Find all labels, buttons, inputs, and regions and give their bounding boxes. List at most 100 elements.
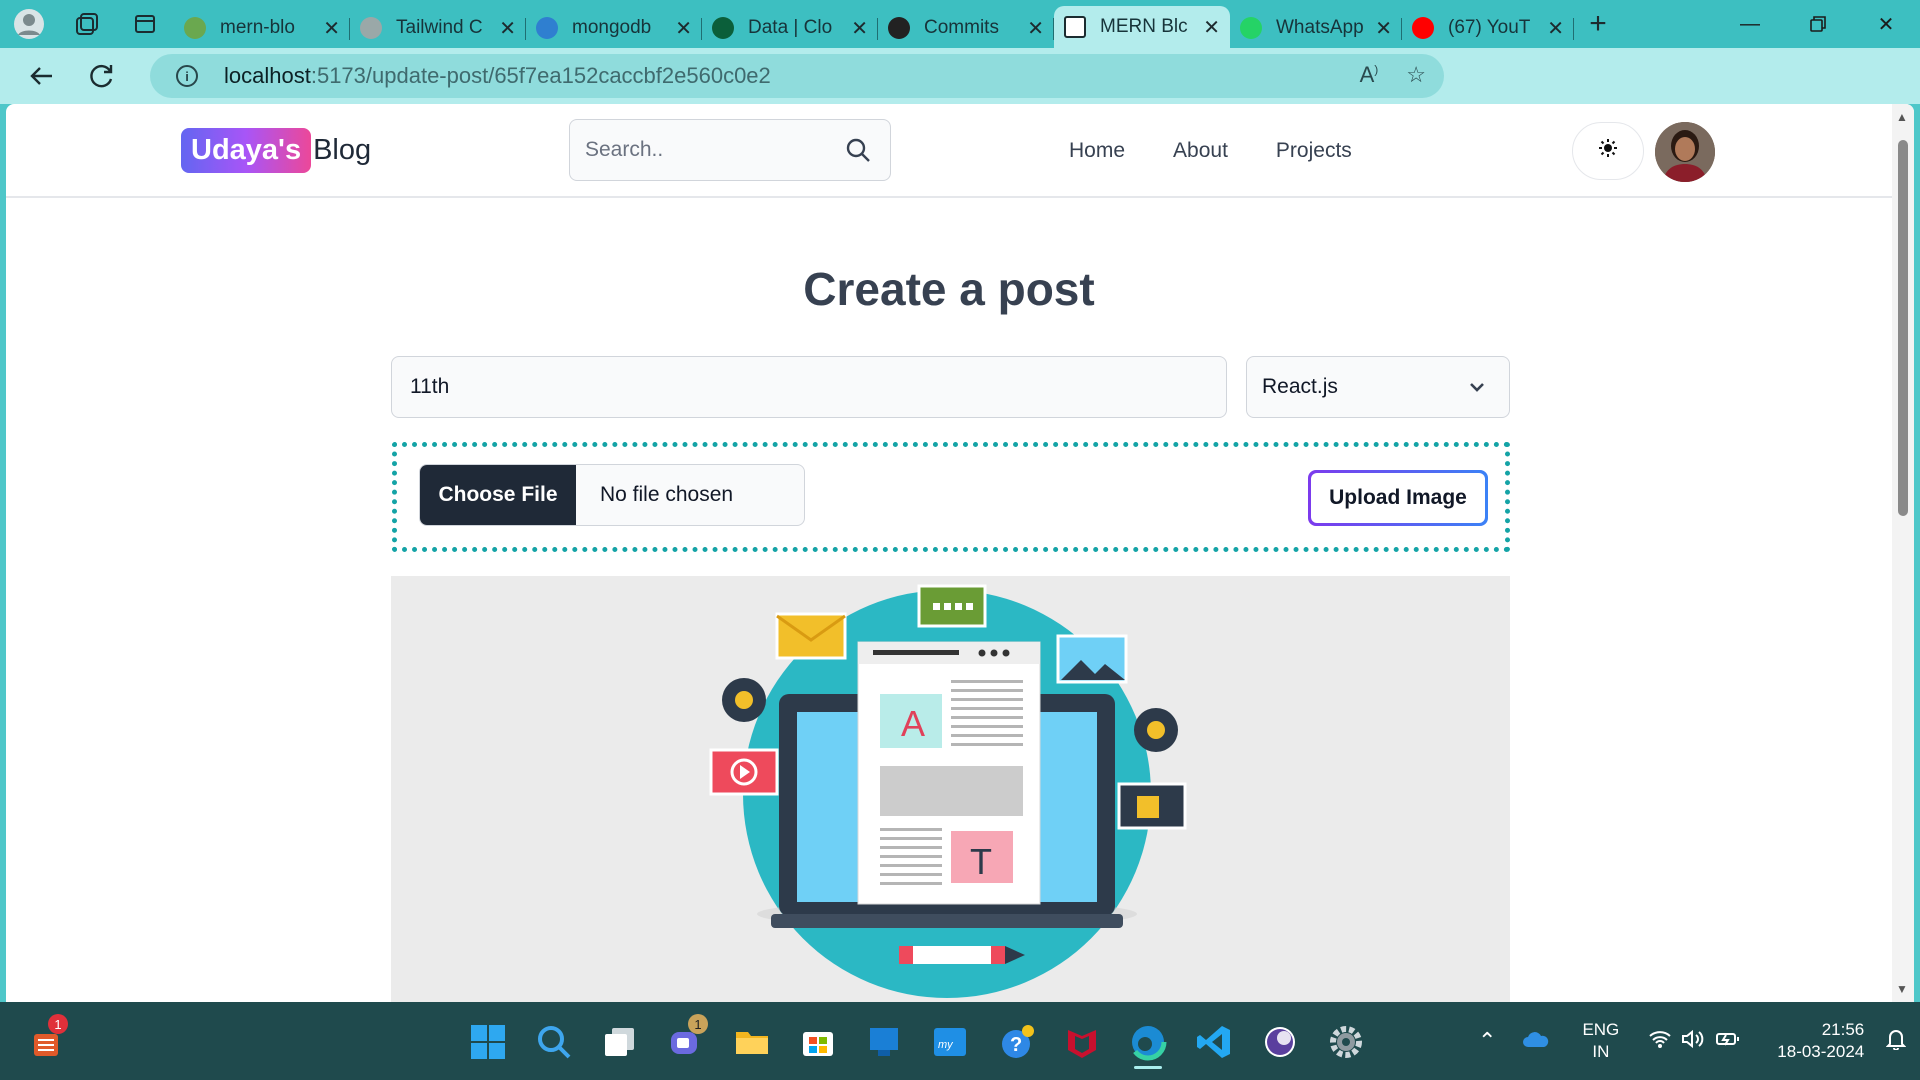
tab-close-icon[interactable]: ✕ [499, 16, 516, 41]
main-nav: Home About Projects [1069, 104, 1352, 198]
get-help-icon[interactable]: ? [996, 1022, 1036, 1062]
windows-taskbar: 1 1 my ? ⌃ ENG IN 21:56 18-03-2024 [0, 1002, 1920, 1080]
language-indicator[interactable]: ENG IN [1582, 1019, 1619, 1063]
notification-badge: 1 [48, 1014, 68, 1034]
scrollbar-thumb[interactable] [1898, 140, 1908, 516]
tab-close-icon[interactable]: ✕ [675, 16, 692, 41]
tab-title: Data | Clo [748, 17, 833, 38]
tab-favicon-icon [1412, 17, 1434, 39]
category-select[interactable]: React.js [1246, 356, 1510, 418]
page-scrollbar[interactable]: ▲ ▼ [1892, 104, 1914, 1002]
settings-gear-icon[interactable] [1326, 1022, 1366, 1062]
browser-tab[interactable]: Commits ✕ [878, 8, 1054, 48]
browser-tab[interactable]: mern-blo ✕ [174, 8, 350, 48]
read-aloud-icon[interactable]: A) [1360, 62, 1379, 88]
clock-time: 21:56 [1821, 1020, 1865, 1039]
favorite-star-icon[interactable]: ☆ [1406, 62, 1426, 88]
widgets-app-icon[interactable]: 1 [28, 1014, 68, 1062]
restore-button[interactable] [1784, 0, 1852, 48]
post-image-preview: A T [391, 576, 1510, 1002]
sun-icon [1599, 139, 1617, 163]
notifications-bell-icon[interactable] [1885, 1028, 1907, 1055]
scroll-down-icon[interactable]: ▼ [1896, 982, 1908, 996]
search-icon[interactable] [844, 136, 872, 169]
teams-chat-icon[interactable]: 1 [666, 1014, 708, 1062]
refresh-button[interactable] [72, 48, 132, 104]
category-selected-value: React.js [1262, 375, 1338, 398]
url-text[interactable]: localhost:5173/update-post/65f7ea152cacc… [224, 63, 771, 89]
user-avatar[interactable] [1655, 122, 1715, 182]
tab-favicon-icon [184, 17, 206, 39]
address-bar-row: i localhost:5173/update-post/65f7ea152ca… [0, 48, 1920, 138]
site-info-icon[interactable]: i [176, 65, 198, 87]
edge-taskbar-icon[interactable] [1128, 1022, 1168, 1069]
profile-icon[interactable] [0, 0, 58, 48]
post-title-input[interactable] [391, 356, 1227, 418]
mcafee-icon[interactable] [1062, 1022, 1102, 1062]
search-taskbar-icon[interactable] [534, 1022, 574, 1062]
back-button[interactable] [12, 48, 72, 104]
site-header: Udaya's Blog Home About Projects [6, 104, 1892, 198]
file-status-text: No file chosen [600, 483, 734, 506]
tab-title: Tailwind C [396, 17, 483, 38]
task-view-icon[interactable] [600, 1022, 640, 1062]
tab-close-icon[interactable]: ✕ [1547, 16, 1564, 41]
start-icon[interactable] [468, 1022, 508, 1062]
tab-title: mongodb [572, 17, 652, 38]
tab-close-icon[interactable]: ✕ [1203, 15, 1220, 40]
remote-desktop-icon[interactable] [864, 1022, 904, 1062]
show-hidden-icons-icon[interactable]: ⌃ [1478, 1028, 1496, 1054]
browser-tab[interactable]: MERN Blc ✕ [1054, 6, 1230, 48]
clock[interactable]: 21:56 18-03-2024 [1777, 1019, 1864, 1063]
choose-file-button[interactable]: Choose File [420, 465, 576, 525]
tab-favicon-icon [1064, 16, 1086, 38]
nav-home[interactable]: Home [1069, 139, 1125, 163]
new-tab-button[interactable]: + [1574, 7, 1622, 41]
tab-favicon-icon [360, 17, 382, 39]
theme-toggle-button[interactable] [1572, 122, 1644, 180]
site-logo[interactable]: Udaya's Blog [181, 124, 371, 176]
tab-close-icon[interactable]: ✕ [851, 16, 868, 41]
browser-tab[interactable]: (67) YouT ✕ [1402, 8, 1574, 48]
tab-close-icon[interactable]: ✕ [1027, 16, 1044, 41]
logo-badge: Udaya's [181, 127, 312, 173]
image-upload-area: Choose File No file chosen Upload Image [392, 442, 1510, 552]
file-input[interactable]: Choose File No file chosen [419, 464, 805, 526]
wifi-icon[interactable] [1649, 1030, 1671, 1053]
tab-title: mern-blo [220, 17, 295, 38]
nav-projects[interactable]: Projects [1276, 139, 1352, 163]
minimize-button[interactable]: — [1716, 0, 1784, 48]
browser-tab-strip: mern-blo ✕ Tailwind C ✕ mongodb ✕ Data | Clo ✕ C… [0, 0, 1920, 48]
browser-tab[interactable]: mongodb ✕ [526, 8, 702, 48]
file-explorer-icon[interactable] [732, 1022, 772, 1062]
onedrive-icon[interactable] [1522, 1030, 1550, 1053]
myhp-icon[interactable]: my [930, 1022, 970, 1062]
scroll-up-icon[interactable]: ▲ [1896, 110, 1908, 124]
microsoft-store-icon[interactable] [798, 1022, 838, 1062]
workspaces-icon[interactable] [58, 0, 116, 48]
volume-icon[interactable] [1681, 1029, 1705, 1054]
tab-actions-icon[interactable] [116, 0, 174, 48]
page-viewport: Udaya's Blog Home About Projects Create … [6, 104, 1914, 1002]
eclipse-app-icon[interactable] [1260, 1022, 1300, 1062]
tab-favicon-icon [1240, 17, 1262, 39]
battery-icon[interactable] [1715, 1030, 1741, 1053]
tab-close-icon[interactable]: ✕ [1375, 16, 1392, 41]
search-input[interactable] [585, 138, 835, 162]
tab-title: (67) YouT [1448, 17, 1531, 38]
tab-favicon-icon [536, 17, 558, 39]
chevron-down-icon [1467, 377, 1487, 403]
close-window-button[interactable]: ✕ [1852, 0, 1920, 48]
address-bar[interactable]: i localhost:5173/update-post/65f7ea152ca… [150, 54, 1444, 98]
illustration-letter-t: T [970, 841, 992, 882]
upload-image-button[interactable]: Upload Image [1308, 470, 1488, 526]
browser-tab[interactable]: Data | Clo ✕ [702, 8, 878, 48]
vscode-icon[interactable] [1194, 1022, 1234, 1062]
browser-tab[interactable]: WhatsApp ✕ [1230, 8, 1402, 48]
tab-title: WhatsApp [1276, 17, 1364, 38]
browser-tab[interactable]: Tailwind C ✕ [350, 8, 526, 48]
tab-close-icon[interactable]: ✕ [323, 16, 340, 41]
nav-about[interactable]: About [1173, 139, 1228, 163]
region-code: IN [1592, 1042, 1610, 1061]
page-title: Create a post [803, 263, 1095, 315]
